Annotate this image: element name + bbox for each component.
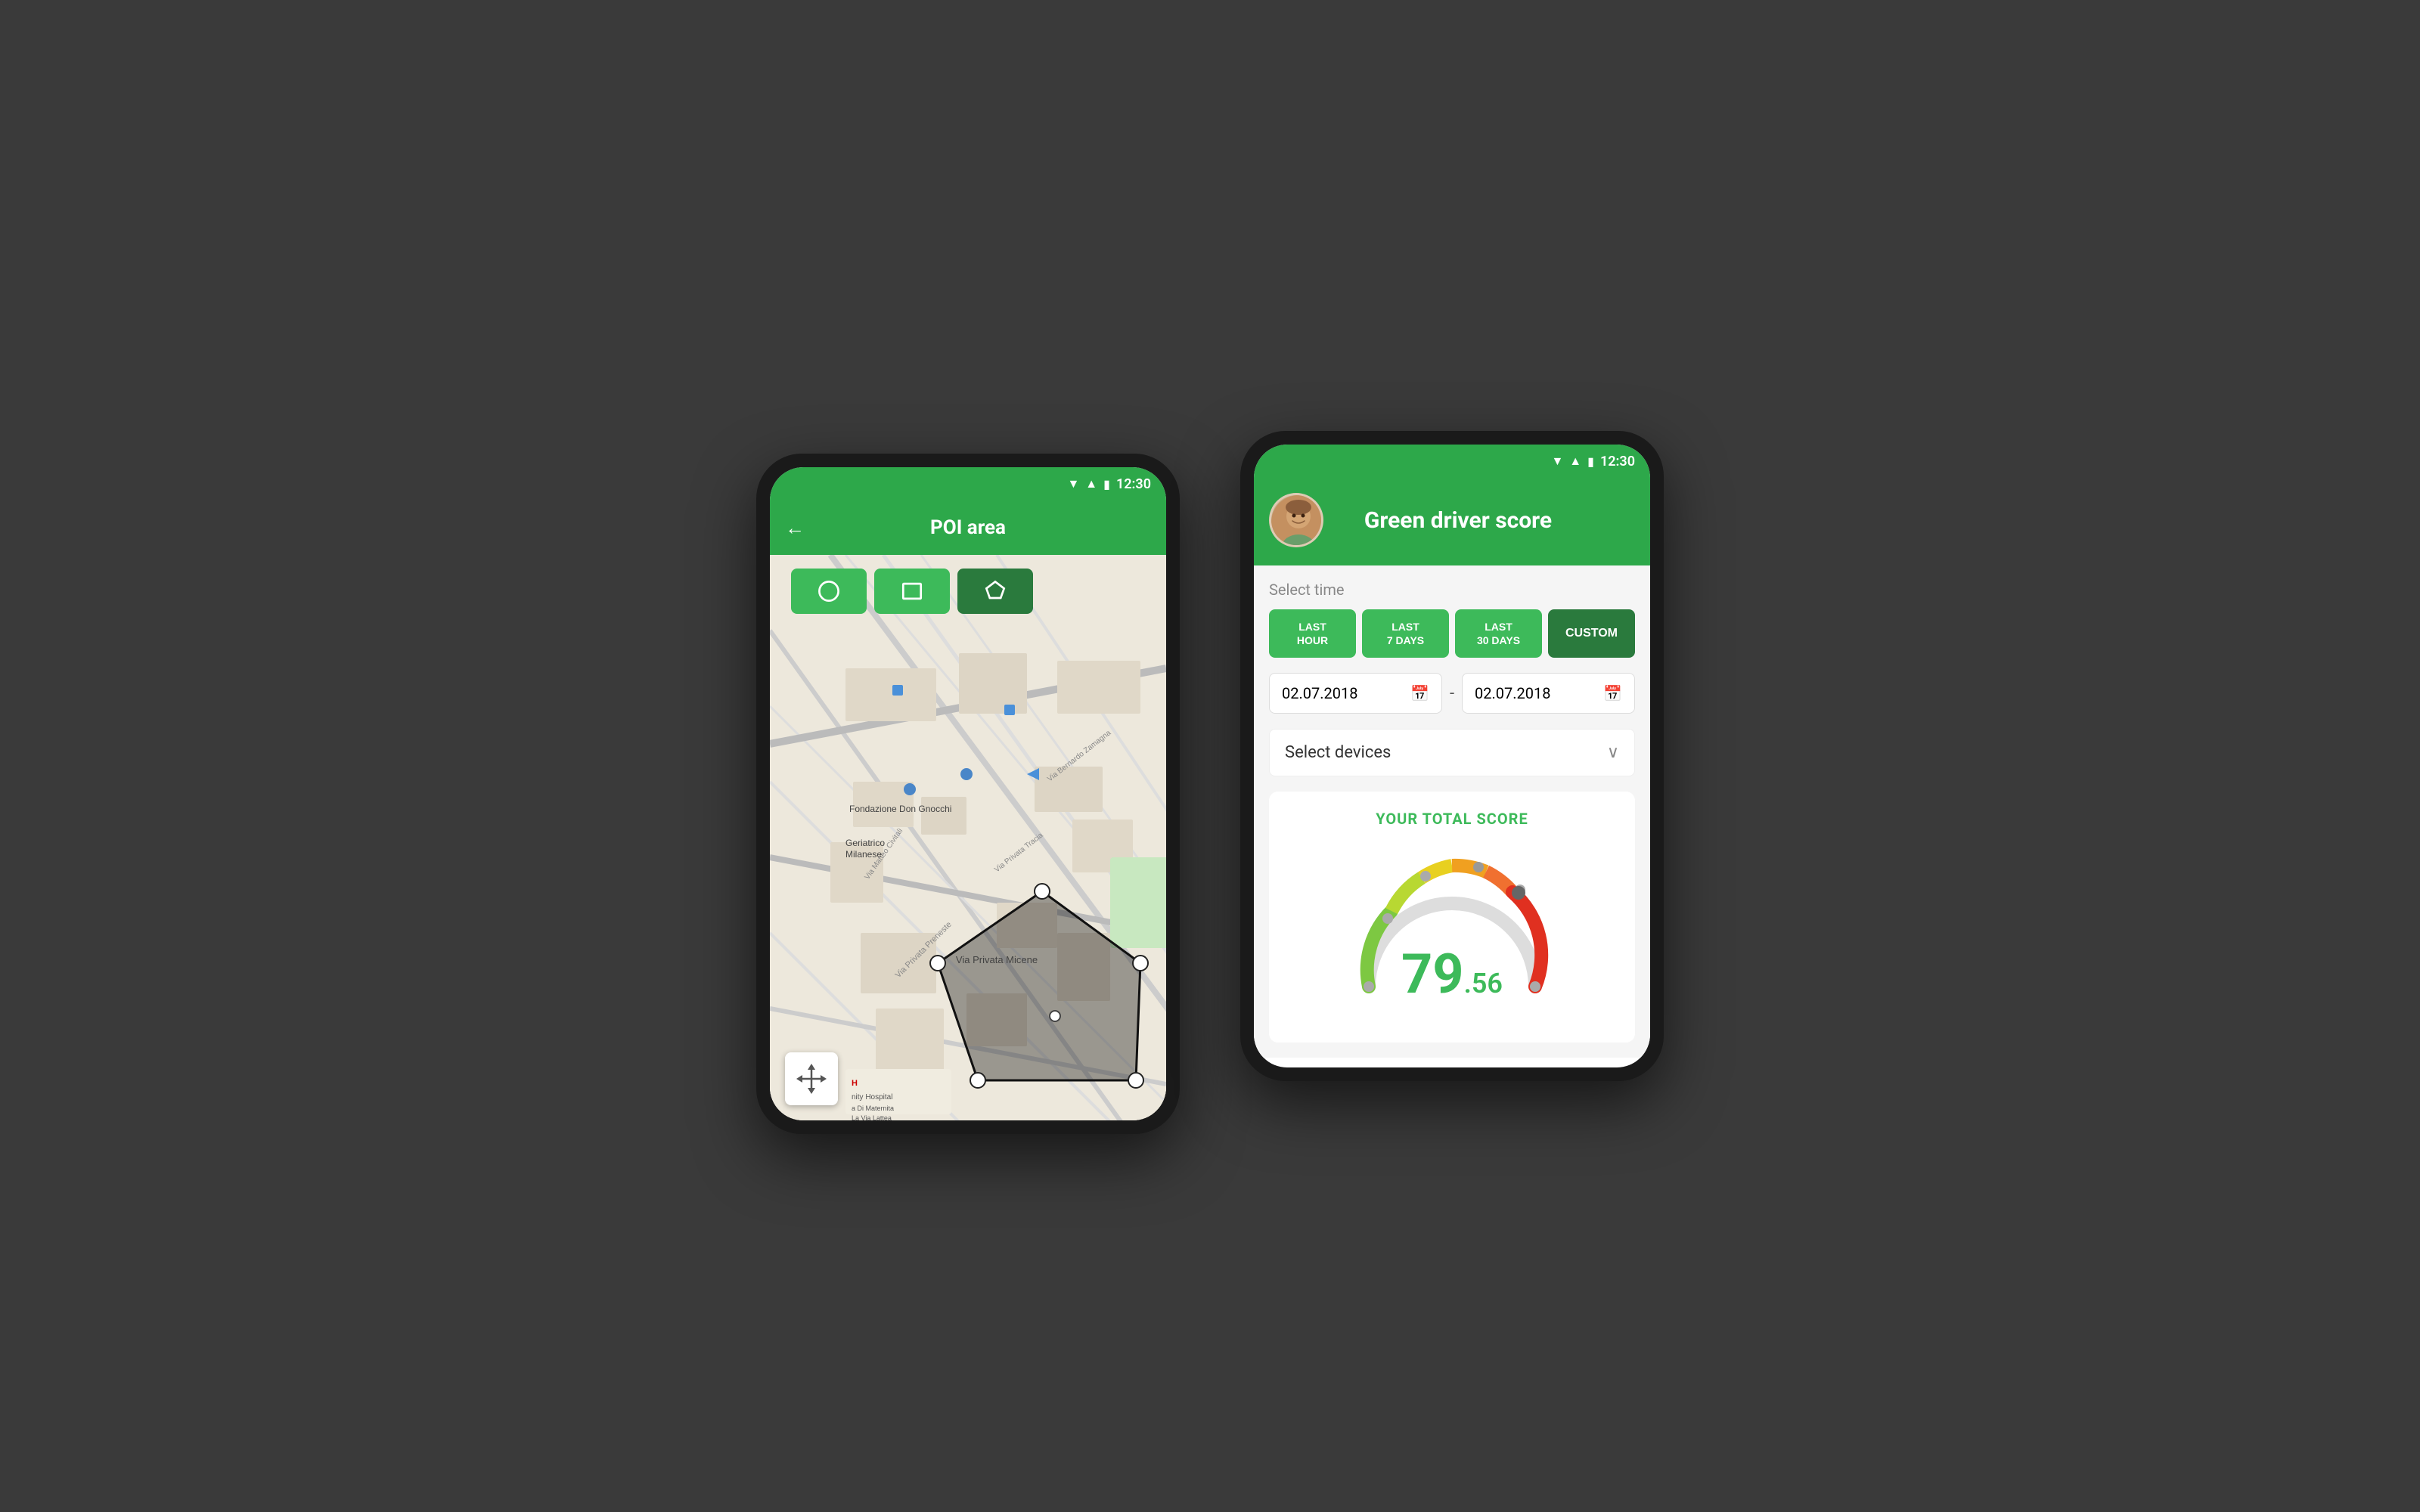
back-button[interactable]: ←	[785, 516, 805, 540]
status-bar-2: ▼ ▲ ▮ 12:30	[1254, 445, 1650, 478]
custom-button[interactable]: CUSTOM	[1548, 609, 1635, 658]
svg-text:Geriatrico: Geriatrico	[845, 838, 885, 848]
date-separator: -	[1450, 684, 1454, 703]
wifi-icon: ▼	[1067, 476, 1079, 491]
polygon-shape-button[interactable]	[957, 569, 1033, 614]
last-7-days-button[interactable]: LAST7 DAYS	[1362, 609, 1449, 658]
phone-poi-area: ▼ ▲ ▮ 12:30 ← POI area	[756, 454, 1180, 1134]
map-background: Via Privata Preneste Via Privata Tracia …	[770, 555, 1166, 1120]
wifi-icon-2: ▼	[1551, 454, 1563, 469]
select-time-label: Select time	[1269, 581, 1635, 599]
gauge-chart: 79.56	[1346, 843, 1558, 1024]
last-hour-button[interactable]: LASTHOUR	[1269, 609, 1356, 658]
battery-icon: ▮	[1103, 477, 1110, 491]
time-display-2: 12:30	[1600, 454, 1635, 469]
date-from-field[interactable]: 02.07.2018 📅	[1269, 673, 1442, 714]
map-container[interactable]: Via Privata Preneste Via Privata Tracia …	[770, 555, 1166, 1120]
signal-icon-2: ▲	[1569, 454, 1581, 469]
page-title-2: Green driver score	[1336, 507, 1581, 534]
circle-shape-button[interactable]	[791, 569, 867, 614]
shape-toolbar	[791, 569, 1033, 614]
page-title-1: POI area	[930, 516, 1006, 539]
date-to-field[interactable]: 02.07.2018 📅	[1462, 673, 1635, 714]
rectangle-shape-button[interactable]	[874, 569, 950, 614]
phone2-screen: ▼ ▲ ▮ 12:30	[1254, 445, 1650, 1067]
date-from-value: 02.07.2018	[1282, 684, 1357, 702]
score-section: YOUR TOTAL SCORE	[1269, 792, 1635, 1043]
last-30-days-button[interactable]: LAST30 DAYS	[1455, 609, 1542, 658]
svg-text:Fondazione Don Gnocchi: Fondazione Don Gnocchi	[849, 804, 951, 814]
calendar-to-icon[interactable]: 📅	[1603, 684, 1622, 702]
time-display-1: 12:30	[1116, 476, 1151, 492]
green-header: Green driver score	[1254, 478, 1650, 565]
svg-text:La Via Lattea: La Via Lattea	[852, 1114, 892, 1120]
move-button[interactable]	[785, 1052, 838, 1105]
svg-text:nity Hospital: nity Hospital	[852, 1093, 892, 1101]
battery-icon-2: ▮	[1587, 454, 1594, 469]
svg-text:H: H	[852, 1079, 858, 1088]
avatar	[1269, 493, 1323, 547]
select-devices-row[interactable]: Select devices ∨	[1269, 729, 1635, 776]
app-header-1: ← POI area	[770, 500, 1166, 555]
svg-text:a Di Maternita: a Di Maternita	[852, 1105, 894, 1112]
score-decimal: .56	[1464, 968, 1503, 999]
phone-green-driver: ▼ ▲ ▮ 12:30	[1240, 431, 1664, 1081]
date-range-row: 02.07.2018 📅 - 02.07.2018 📅	[1269, 673, 1635, 714]
signal-icon: ▲	[1085, 476, 1097, 491]
chevron-down-icon: ∨	[1607, 743, 1619, 762]
svg-text:Milanese: Milanese	[845, 849, 882, 860]
date-to-value: 02.07.2018	[1475, 684, 1550, 702]
select-devices-label: Select devices	[1285, 743, 1391, 762]
score-title: YOUR TOTAL SCORE	[1376, 810, 1528, 828]
gauge-value: 79.56	[1401, 947, 1503, 1002]
score-number: 79	[1401, 942, 1464, 1006]
phone1-screen: ▼ ▲ ▮ 12:30 ← POI area	[770, 467, 1166, 1120]
calendar-from-icon[interactable]: 📅	[1410, 684, 1429, 702]
content-area: Select time LASTHOUR LAST7 DAYS LAST30 D…	[1254, 565, 1650, 1058]
status-bar-1: ▼ ▲ ▮ 12:30	[770, 467, 1166, 500]
time-buttons-group: LASTHOUR LAST7 DAYS LAST30 DAYS CUSTOM	[1269, 609, 1635, 658]
